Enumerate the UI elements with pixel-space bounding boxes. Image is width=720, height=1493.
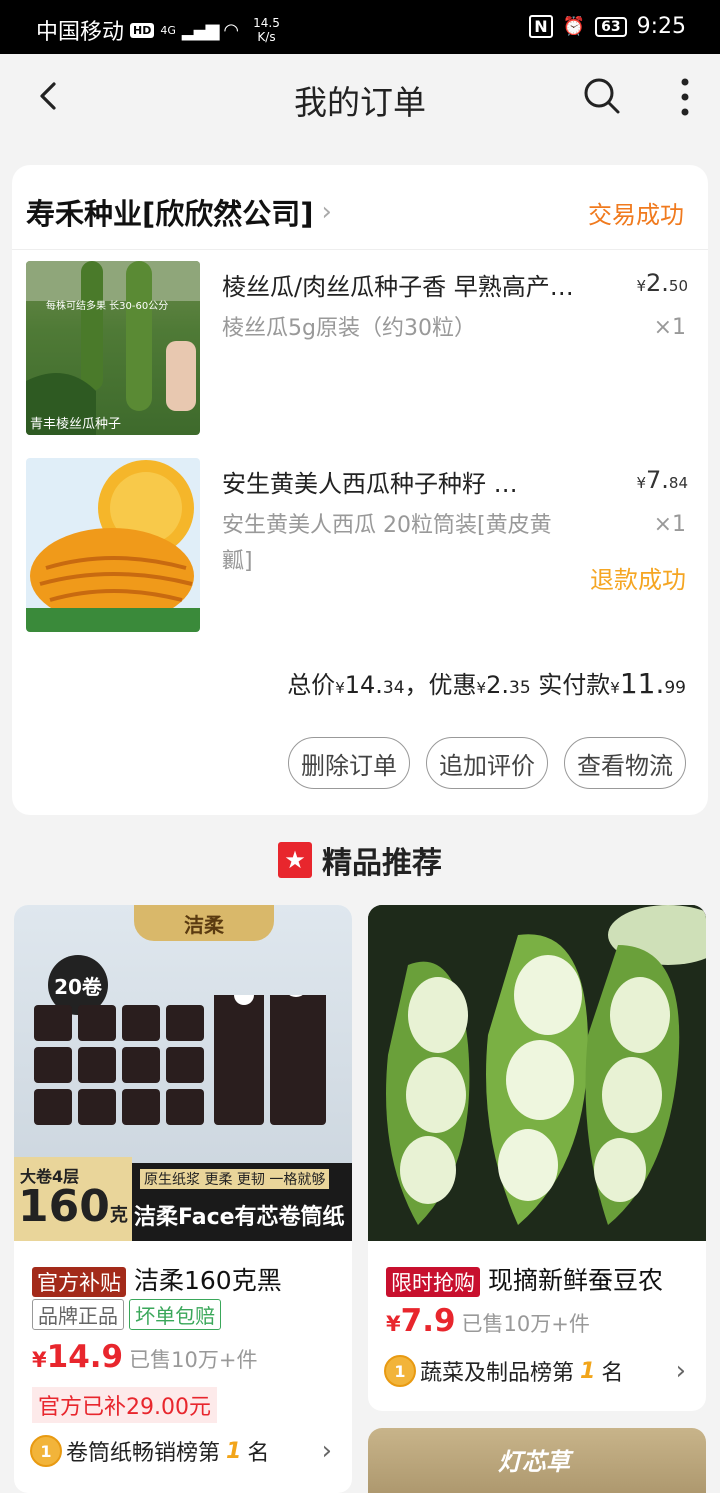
product-card[interactable]: 洁柔 20卷 大卷4层 160克 原生纸浆 更柔 更韧 一格就够 洁柔Face有…	[14, 905, 352, 1493]
weight-label: 160克	[18, 1181, 128, 1232]
order-item[interactable]: 安生黄美人西瓜种子种籽 … ¥7.84 安生黄美人西瓜 20粒筒装[黄皮黄瓤] …	[26, 458, 696, 634]
order-card[interactable]: 寿禾种业[欣欣然公司] › 交易成功 每株可结多果 长30-60公分 青丰棱丝瓜…	[12, 165, 708, 815]
refund-status: 退款成功	[590, 566, 686, 594]
rank-row[interactable]: 1 蔬菜及制品榜第 1 名 ›	[384, 1355, 686, 1387]
product-name: 安生黄美人西瓜种子种籽 …	[222, 470, 518, 498]
chevron-right-icon: ›	[321, 1436, 332, 1466]
recommend-title: 精品推荐	[322, 846, 442, 881]
recommend-header: ★ 精品推荐	[0, 838, 720, 882]
order-item[interactable]: 每株可结多果 长30-60公分 青丰棱丝瓜种子 棱丝瓜/肉丝瓜种子香 早熟高产……	[26, 261, 696, 437]
star-icon: ★	[278, 842, 312, 878]
product-spec: 安生黄美人西瓜 20粒筒装[黄皮黄瓤]	[222, 513, 552, 574]
search-icon[interactable]	[580, 74, 624, 118]
network-speed: 14.5 K/s	[253, 16, 280, 44]
product-spec: 棱丝瓜5g原装（约30粒）	[222, 316, 476, 341]
product-name: 棱丝瓜/肉丝瓜种子香 早熟高产…	[222, 273, 574, 301]
brand-logo: 洁柔	[134, 905, 274, 941]
banner-label: 洁柔Face有芯卷筒纸	[134, 1205, 345, 1230]
product-image: 灯芯草	[368, 1428, 706, 1493]
product-price: ¥14.9 已售10万+件	[32, 1339, 258, 1375]
wifi-icon: ◠	[223, 19, 239, 41]
view-logistics-button[interactable]: 查看物流	[564, 737, 686, 789]
tissue-rolls-image	[34, 995, 326, 1125]
battery-icon: 63	[595, 16, 627, 37]
nfc-icon: N	[529, 15, 553, 38]
melon-image	[26, 460, 200, 632]
order-actions: 删除订单 追加评价 查看物流	[288, 737, 686, 789]
product-title: 限时抢购 现摘新鲜蚕豆农	[386, 1261, 663, 1297]
product-qty: ×1	[653, 512, 686, 537]
weight-panel: 大卷4层 160克	[14, 1157, 132, 1241]
genuine-badge: 品牌正品	[32, 1299, 124, 1330]
medal-icon: 1	[384, 1355, 416, 1387]
damage-guarantee-badge: 坏单包赔	[129, 1299, 222, 1330]
divider	[12, 249, 708, 250]
loofah-image	[26, 261, 200, 435]
add-review-button[interactable]: 追加评价	[426, 737, 548, 789]
product-price: ¥7.84	[636, 466, 688, 494]
network-label: 4G	[160, 23, 176, 37]
clock: 9:25	[636, 14, 686, 39]
product-image	[368, 905, 706, 1241]
product-qty: ×1	[653, 315, 686, 340]
top-nav-bar: 我的订单	[0, 54, 720, 140]
thumb-caption: 每株可结多果 长30-60公分	[46, 301, 169, 312]
alarm-icon: ⏰	[562, 16, 586, 37]
official-subsidy-tag: 官方补贴	[32, 1267, 126, 1297]
slogan-label: 原生纸浆 更柔 更韧 一格就够	[140, 1169, 330, 1189]
image-banner: 大卷4层 160克 原生纸浆 更柔 更韧 一格就够 洁柔Face有芯卷筒纸	[14, 1157, 352, 1241]
image-text: 灯芯草	[498, 1448, 570, 1476]
chevron-right-icon: ›	[321, 197, 332, 227]
product-card[interactable]: 灯芯草	[368, 1428, 706, 1493]
thumb-title: 青丰棱丝瓜种子	[30, 417, 122, 432]
chevron-right-icon: ›	[675, 1356, 686, 1386]
product-price: ¥7.9 已售10万+件	[386, 1303, 590, 1339]
hd-badge: HD	[130, 22, 155, 38]
order-total: 总价¥14.34，优惠¥2.35 实付款¥11.99	[287, 667, 686, 700]
shop-link[interactable]: 寿禾种业[欣欣然公司] ›	[26, 191, 332, 233]
status-bar: 中国移动 HD 4G ▂▄▆ ◠ 14.5 K/s N ⏰ 63 9:25	[0, 0, 720, 54]
product-thumbnail	[26, 458, 200, 632]
product-title: 官方补贴 洁柔160克黑	[32, 1261, 282, 1297]
badge-row: 品牌正品 坏单包赔	[32, 1299, 222, 1330]
signal-icon: ▂▄▆	[181, 19, 220, 41]
product-image: 洁柔 20卷 大卷4层 160克 原生纸浆 更柔 更韧 一格就够 洁柔Face有…	[14, 905, 352, 1241]
broad-bean-image	[368, 905, 706, 1241]
flash-sale-tag: 限时抢购	[386, 1267, 480, 1297]
product-card[interactable]: 限时抢购 现摘新鲜蚕豆农 ¥7.9 已售10万+件 1 蔬菜及制品榜第 1 名 ›	[368, 905, 706, 1411]
delete-order-button[interactable]: 删除订单	[288, 737, 410, 789]
product-thumbnail: 每株可结多果 长30-60公分 青丰棱丝瓜种子	[26, 261, 200, 435]
more-icon[interactable]	[670, 76, 700, 120]
shop-name: 寿禾种业[欣欣然公司]	[26, 197, 314, 231]
order-status: 交易成功	[588, 201, 684, 229]
subsidy-label: 官方已补29.00元	[32, 1387, 217, 1423]
rank-row[interactable]: 1 卷筒纸畅销榜第 1 名 ›	[30, 1435, 332, 1467]
medal-icon: 1	[30, 1435, 62, 1467]
carrier-label: 中国移动	[36, 20, 125, 45]
product-price: ¥2.50	[636, 269, 688, 297]
